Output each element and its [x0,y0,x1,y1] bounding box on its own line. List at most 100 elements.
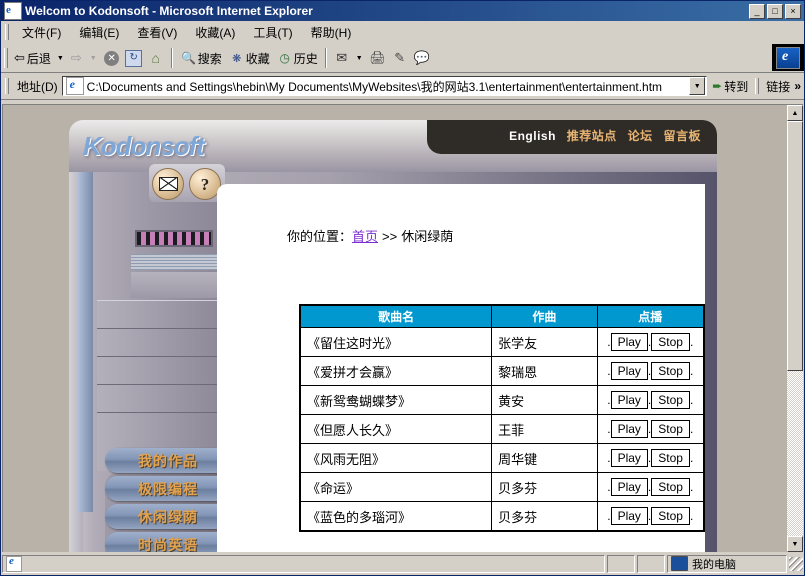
breadcrumb-separator: >> [382,229,398,244]
sidebar-item-extreme-programming[interactable]: 极限编程 [105,476,231,501]
column-header-composer: 作曲 [491,304,598,328]
play-button[interactable]: Play [610,478,648,496]
topnav-english[interactable]: English [509,129,556,143]
cell-composer: 贝多芬 [491,501,598,532]
scrollbar-thumb[interactable] [787,121,803,371]
favorites-button[interactable]: ❋ 收藏 [225,46,273,70]
stop-button[interactable]: Stop [651,362,690,380]
go-button[interactable]: ➨ 转到 [707,78,753,95]
minimize-button[interactable]: _ [749,3,765,19]
address-input[interactable]: C:\Documents and Settings\hebin\My Docum… [61,76,708,96]
edit-button[interactable]: ✎ [389,47,411,69]
mail-dropdown-icon[interactable]: ▼ [356,55,363,62]
topnav-forum[interactable]: 论坛 [628,129,653,143]
home-button[interactable]: ⌂ [145,47,167,69]
topnav-recommended-sites[interactable]: 推荐站点 [567,129,617,143]
address-value: C:\Documents and Settings\hebin\My Docum… [86,79,663,94]
scrollbar-track[interactable] [787,121,803,536]
back-dropdown-icon[interactable]: ▼ [57,55,64,62]
play-button[interactable]: Play [610,507,648,525]
status-zone-pane: 我的电脑 [667,554,787,573]
play-button[interactable]: Play [610,333,648,351]
links-chevron-icon[interactable]: » [794,79,801,93]
song-table-wrapper: 歌曲名 作曲 点播 《留住这时光》 张学友. Play. Stop. 《爱拼才会赢》 黎瑞… [299,304,705,532]
scroll-up-arrow-icon[interactable]: ▲ [787,105,803,121]
address-dropdown-icon[interactable]: ▼ [689,77,706,95]
ie-logo-icon: e [4,2,22,20]
mail-icon[interactable] [152,168,184,200]
vertical-scrollbar[interactable]: ▲ ▼ [787,105,803,552]
refresh-button[interactable]: ↻ [123,47,145,69]
print-button[interactable]: 🖨 [367,47,389,69]
discuss-icon: 💬 [413,50,430,65]
breadcrumb-home-link[interactable]: 首页 [352,229,378,244]
play-button[interactable]: Play [610,362,648,380]
address-bar: 地址(D) C:\Documents and Settings\hebin\My… [1,73,804,100]
menu-help[interactable]: 帮助(H) [302,22,361,43]
cell-request: . Play. Stop. [596,414,705,444]
forward-button[interactable]: ⇨ [68,46,87,70]
sidebar-item-leisure[interactable]: 休闲绿荫 [105,504,231,529]
sidebar-item-my-works[interactable]: 我的作品 [105,448,231,473]
search-button[interactable]: 🔍 搜索 [177,46,225,70]
stop-button[interactable]: Stop [651,391,690,409]
menu-file[interactable]: 文件(F) [13,22,70,43]
page-icon [65,77,84,95]
toolbar: ⇦ 后退 ▼ ⇨ ▼ ✕ ↻ ⌂ 🔍 搜索 ❋ 收藏 ◷ 历史 ✉ ▼ 🖨 ✎ … [1,44,804,73]
topnav-guestbook[interactable]: 留言板 [663,129,701,143]
go-arrow-icon: ➨ [712,79,723,93]
cell-request: . Play. Stop. [596,356,705,386]
print-icon: 🖨 [369,50,386,65]
site-body: ? 我的作品 极限编程 休闲绿荫 时尚英语 你的位置：首页 >> 休闲绿荫 歌曲… [69,164,717,552]
mail-button[interactable]: ✉ [331,47,353,69]
links-button[interactable]: 链接 » [763,78,804,95]
table-row: 《风雨无阻》 周华键. Play. Stop. [299,443,705,473]
stop-button[interactable]: Stop [651,478,690,496]
menu-bar: 文件(F) 编辑(E) 查看(V) 收藏(A) 工具(T) 帮助(H) [1,21,804,44]
maximize-button[interactable]: □ [767,3,783,19]
menu-edit[interactable]: 编辑(E) [70,22,128,43]
sidebar-item-label: 我的作品 [138,453,198,470]
menu-grip[interactable] [5,24,9,40]
play-button[interactable]: Play [610,449,648,467]
stop-button[interactable]: Stop [651,333,690,351]
toolbar-separator-2 [324,48,327,68]
stop-button[interactable]: ✕ [101,47,123,69]
back-arrow-icon: ⇦ [14,50,25,65]
forward-dropdown-icon[interactable]: ▼ [90,55,97,62]
ie-logo-animated-icon [776,46,800,69]
address-label: 地址(D) [17,79,58,94]
address-grip[interactable] [5,78,9,94]
play-button[interactable]: Play [610,420,648,438]
stop-button[interactable]: Stop [651,420,690,438]
browser-viewport: Kodonsoft English 推荐站点 论坛 留言板 ? 我的作品 极限编… [2,104,803,552]
play-button[interactable]: Play [610,391,648,409]
toolbar-separator-1 [170,48,173,68]
table-row: 《命运》 贝多芬. Play. Stop. [299,472,705,502]
cell-composer: 张学友 [491,327,598,357]
resize-grip[interactable] [789,556,803,571]
menu-tools[interactable]: 工具(T) [244,22,301,43]
cell-request: . Play. Stop. [596,385,705,415]
menu-favorites[interactable]: 收藏(A) [186,22,244,43]
sidebar-item-fashion-english[interactable]: 时尚英语 [105,532,231,552]
cell-song-name: 《命运》 [299,472,493,502]
dot-separator: . [689,422,694,436]
links-grip[interactable] [755,78,760,94]
cell-request: . Play. Stop. [596,501,705,532]
my-computer-icon [671,556,688,571]
stop-button[interactable]: Stop [651,449,690,467]
menu-view[interactable]: 查看(V) [128,22,186,43]
favorites-label: 收藏 [245,51,270,66]
close-button[interactable]: × [785,3,801,19]
ie-brand-logo [772,44,804,71]
discuss-button[interactable]: 💬 [411,47,433,69]
sidebar-item-label: 时尚英语 [138,537,198,553]
scroll-down-arrow-icon[interactable]: ▼ [787,536,803,552]
stop-button[interactable]: Stop [651,507,690,525]
history-button[interactable]: ◷ 历史 [273,46,321,70]
search-icon: 🔍 [181,51,197,65]
toolbar-grip[interactable] [4,48,8,68]
back-button[interactable]: ⇦ 后退 [11,46,54,70]
column-header-request: 点播 [596,304,705,328]
